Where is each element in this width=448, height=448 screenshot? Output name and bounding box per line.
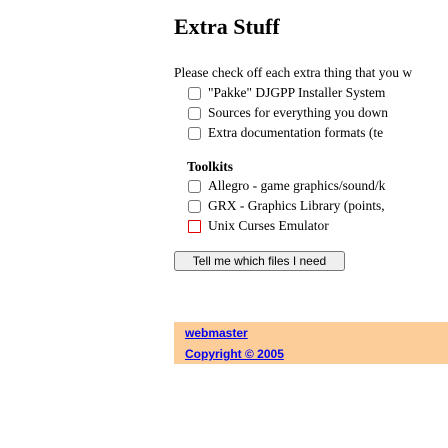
option-label: Extra documentation formats (te <box>208 125 384 140</box>
submit-button[interactable]: Tell me which files I need <box>174 251 345 271</box>
option-label: Sources for everything you down <box>208 105 388 120</box>
page-title: Extra Stuff <box>174 14 280 39</box>
extra-option-pakke[interactable]: "Pakke" DJGPP Installer System <box>188 85 385 101</box>
extra-option-sources[interactable]: Sources for everything you down <box>188 105 388 121</box>
checkbox[interactable] <box>188 106 201 120</box>
extra-option-docs[interactable]: Extra documentation formats (te <box>188 125 383 141</box>
checkbox[interactable] <box>188 179 201 193</box>
footer: webmaster Copyright © 2005 <box>174 322 448 364</box>
checkbox[interactable] <box>188 219 201 233</box>
webmaster-link[interactable]: webmaster <box>185 326 248 340</box>
option-label: Allegro - game graphics/sound/k <box>208 178 386 193</box>
option-label: GRX - Graphics Library (points, <box>208 198 385 213</box>
copyright-link[interactable]: Copyright © 2005 <box>185 347 284 361</box>
option-label: "Pakke" DJGPP Installer System <box>208 85 386 100</box>
checkbox[interactable] <box>188 199 201 213</box>
intro-text: Please check off each extra thing that y… <box>174 65 413 80</box>
toolkit-option-allegro[interactable]: Allegro - game graphics/sound/k <box>188 178 385 194</box>
toolkit-option-curses[interactable]: Unix Curses Emulator <box>188 218 329 234</box>
toolkits-heading: Toolkits <box>187 159 234 174</box>
checkbox[interactable] <box>188 86 201 100</box>
option-label: Unix Curses Emulator <box>208 218 329 233</box>
checkbox[interactable] <box>188 126 201 140</box>
toolkit-option-grx[interactable]: GRX - Graphics Library (points, <box>188 198 385 214</box>
